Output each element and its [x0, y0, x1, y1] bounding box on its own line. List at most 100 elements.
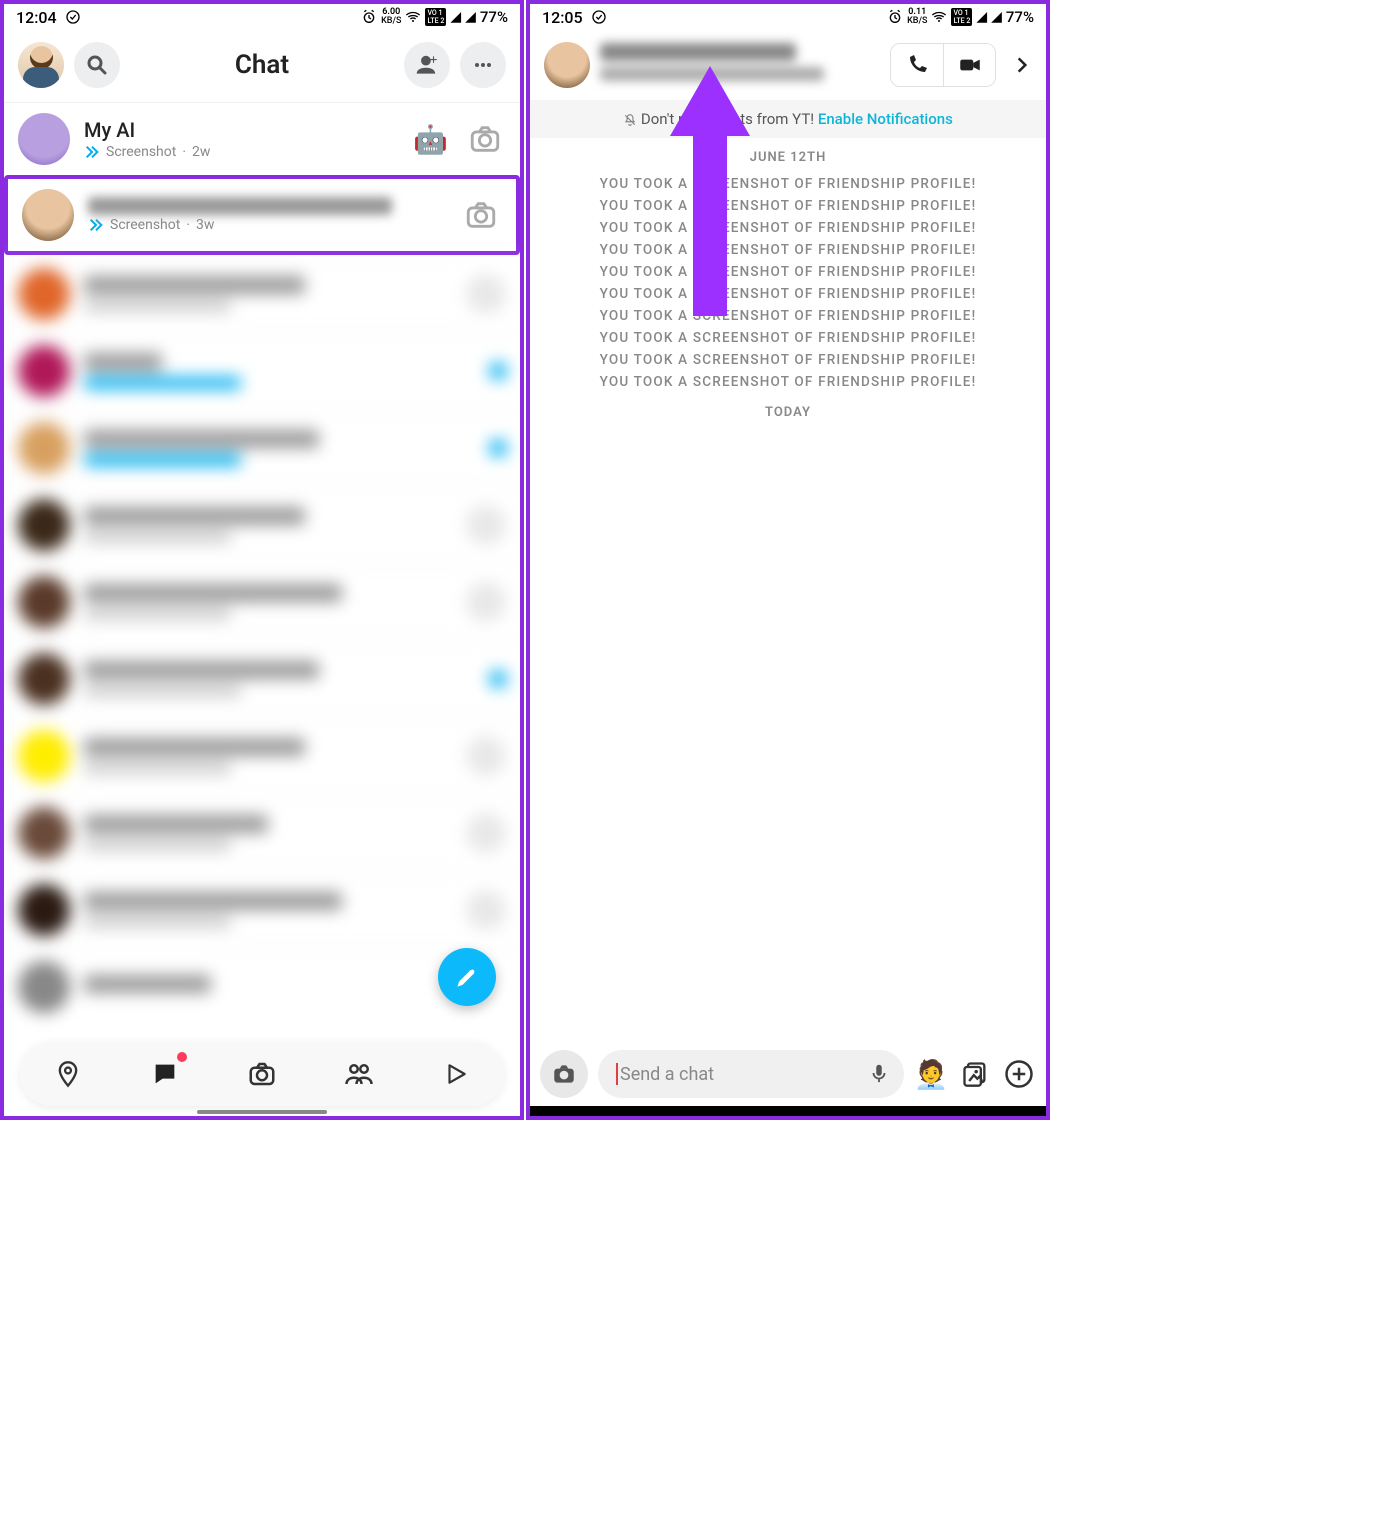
chevron-right-icon [1012, 55, 1032, 75]
camera-icon [464, 198, 498, 232]
bitmoji-icon: 🧑‍💼 [914, 1058, 949, 1091]
screenshot-icon [88, 217, 104, 233]
alarm-icon [887, 9, 903, 25]
signal-icon-1: ◢ [976, 9, 987, 25]
screenshot-right: 12:05 0.11KB/S VO 1LTE 2 ◢ ◢ 77% [526, 0, 1050, 1120]
system-message: YOU TOOK A SCREENSHOT OF FRIENDSHIP PROF… [530, 327, 1046, 349]
date-separator: JUNE 12TH [530, 150, 1046, 165]
check-icon [65, 9, 81, 25]
chat-text-input[interactable]: Send a chat [598, 1050, 904, 1098]
lte-badge-1: VO 1LTE 2 [951, 8, 972, 26]
gallery-button[interactable] [958, 1057, 992, 1091]
signal-icon-1: ◢ [450, 9, 461, 25]
new-chat-fab[interactable] [438, 948, 496, 1006]
voice-call-button[interactable] [891, 44, 943, 86]
bitmoji-button[interactable]: 🧑‍💼 [914, 1057, 948, 1091]
page-title: Chat [130, 50, 394, 80]
camera-icon [247, 1059, 277, 1089]
notification-banner[interactable]: Don't miss Chats from YT! Enable Notific… [530, 100, 1046, 138]
add-button[interactable] [1002, 1057, 1036, 1091]
data-speed: 6.00KB/S [381, 8, 401, 26]
chat-list-item[interactable]: My AI Screenshot·2w 🤖 [4, 102, 520, 175]
camera-icon [551, 1061, 577, 1087]
camera-button[interactable] [540, 1050, 588, 1098]
home-indicator [197, 1110, 327, 1114]
mic-button[interactable] [868, 1060, 890, 1086]
system-messages: YOU TOOK A SCREENSHOT OF FRIENDSHIP PROF… [530, 173, 1046, 393]
gallery-icon [961, 1060, 989, 1088]
bell-off-icon [623, 113, 637, 127]
system-message: YOU TOOK A SCREENSHOT OF FRIENDSHIP PROF… [530, 305, 1046, 327]
profile-avatar [18, 42, 64, 88]
camera-button[interactable] [464, 118, 506, 160]
video-call-button[interactable] [943, 44, 995, 86]
signal-icon-2: ◢ [465, 9, 476, 25]
chat-list-item-selected[interactable]: Screenshot·3w [4, 175, 520, 255]
nav-map[interactable] [48, 1054, 88, 1094]
system-message: YOU TOOK A SCREENSHOT OF FRIENDSHIP PROF… [530, 239, 1046, 261]
nav-spotlight[interactable] [436, 1054, 476, 1094]
chat-icon [151, 1060, 179, 1088]
chat-name-redacted [88, 197, 392, 215]
status-time: 12:05 [542, 8, 583, 27]
chat-status: Screenshot·3w [88, 217, 446, 233]
search-button[interactable] [74, 42, 120, 88]
blurred-chat-list [4, 255, 520, 1015]
chat-header: Chat [4, 30, 520, 102]
nav-stories[interactable] [339, 1054, 379, 1094]
signal-icon-2: ◢ [991, 9, 1002, 25]
avatar [544, 42, 590, 88]
add-person-icon [414, 52, 440, 78]
video-icon [957, 52, 983, 78]
camera-button[interactable] [460, 194, 502, 236]
wifi-icon [931, 9, 947, 25]
status-bar: 12:04 6.00KB/S VO 1LTE 2 ◢ ◢ 77% [4, 4, 520, 30]
system-message: YOU TOOK A SCREENSHOT OF FRIENDSHIP PROF… [530, 217, 1046, 239]
more-button[interactable] [460, 42, 506, 88]
system-message: YOU TOOK A SCREENSHOT OF FRIENDSHIP PROF… [530, 283, 1046, 305]
nav-bar-black [530, 1106, 1046, 1116]
notif-link[interactable]: Enable Notifications [818, 110, 953, 128]
screenshot-left: 12:04 6.00KB/S VO 1LTE 2 ◢ ◢ 77% Chat [0, 0, 524, 1120]
profile-arrow-button[interactable] [1006, 55, 1038, 75]
notification-dot [177, 1052, 187, 1062]
chat-status: Screenshot·2w [84, 144, 399, 160]
date-separator: TODAY [530, 405, 1046, 420]
input-placeholder: Send a chat [620, 1064, 714, 1085]
streak-emoji: 🤖 [413, 123, 448, 156]
lte-badge-1: VO 1LTE 2 [425, 8, 446, 26]
system-message: YOU TOOK A SCREENSHOT OF FRIENDSHIP PROF… [530, 261, 1046, 283]
play-icon [443, 1061, 469, 1087]
notif-text: Don't miss Chats from YT! [641, 110, 818, 128]
screenshot-icon [84, 144, 100, 160]
battery-text: 77% [480, 8, 508, 26]
avatar [22, 189, 74, 241]
avatar [18, 113, 70, 165]
call-buttons [890, 43, 996, 87]
mic-icon [868, 1060, 890, 1086]
system-message: YOU TOOK A SCREENSHOT OF FRIENDSHIP PROF… [530, 371, 1046, 393]
wifi-icon [405, 9, 421, 25]
more-icon [471, 53, 495, 77]
text-cursor [616, 1063, 618, 1085]
chat-name: My AI [84, 118, 399, 142]
check-icon [591, 9, 607, 25]
bottom-nav [20, 1042, 504, 1106]
search-icon [85, 53, 109, 77]
nav-camera[interactable] [242, 1054, 282, 1094]
chat-detail-header[interactable] [530, 30, 1046, 100]
system-message: YOU TOOK A SCREENSHOT OF FRIENDSHIP PROF… [530, 349, 1046, 371]
alarm-icon [361, 9, 377, 25]
phone-icon [905, 53, 929, 77]
nav-chat[interactable] [145, 1054, 185, 1094]
profile-button[interactable] [18, 42, 64, 88]
system-message: YOU TOOK A SCREENSHOT OF FRIENDSHIP PROF… [530, 195, 1046, 217]
location-icon [54, 1060, 82, 1088]
people-icon [344, 1059, 374, 1089]
add-friend-button[interactable] [404, 42, 450, 88]
contact-name-redacted [600, 43, 880, 87]
camera-icon [468, 122, 502, 156]
battery-text: 77% [1006, 8, 1034, 26]
system-message: YOU TOOK A SCREENSHOT OF FRIENDSHIP PROF… [530, 173, 1046, 195]
chat-input-bar: Send a chat 🧑‍💼 [530, 1042, 1046, 1106]
